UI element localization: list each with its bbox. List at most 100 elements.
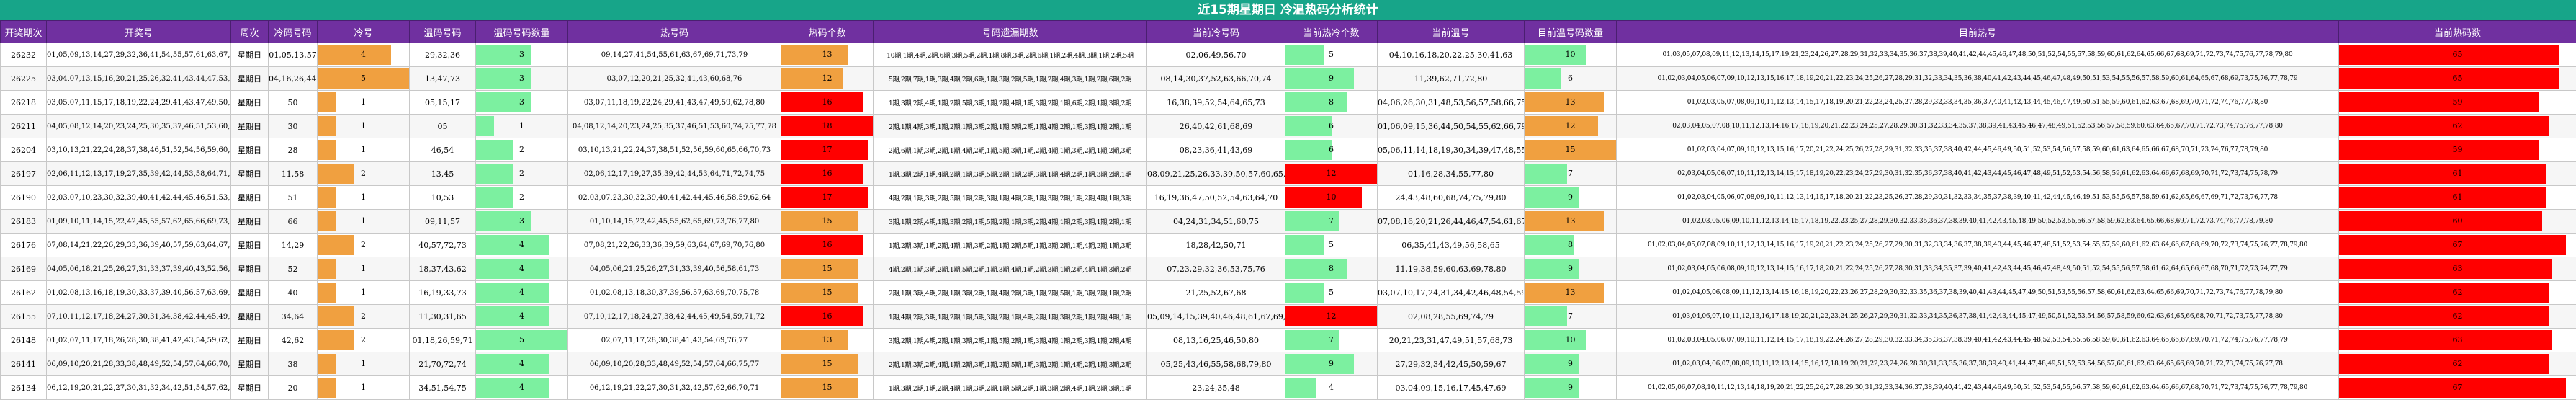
current-warm-count-cell: 7 [1525,162,1617,186]
count-value: 6 [1285,138,1377,161]
current-hot-count-cell: 63 [2339,257,2576,281]
hot-numbers-cell: 02,07,11,17,28,30,38,41,43,54,69,76,77 [568,329,781,352]
table-row[interactable]: 2622503,04,07,13,15,16,20,21,25,26,32,41… [1,67,2576,91]
current-hot-cell: 01,03,05,07,08,09,11,12,13,14,15,17,19,2… [1617,43,2339,67]
count-value: 2 [318,234,409,257]
current-warm-cell: 11,19,38,59,60,63,69,78,80 [1378,257,1525,281]
hot-count-cell: 17 [781,186,874,210]
table-row[interactable]: 2619002,03,07,10,23,30,32,39,40,41,42,44… [1,186,2576,210]
miss-periods-cell: 1期,3期,2期,1期,4期,2期,1期,3期,5期,2期,1期,2期,3期,1… [874,162,1147,186]
count-value: 62 [2339,352,2576,375]
period-cell: 26232 [1,43,47,67]
current-warm-cell: 04,10,16,18,20,22,25,30,41,63 [1378,43,1525,67]
table-row[interactable]: 2619702,06,11,12,13,17,19,27,35,39,42,44… [1,162,2576,186]
column-header[interactable]: 热码个数 [781,21,874,43]
header-row: 开奖期次开奖号周次冷码号码冷号温码号码温码号码数量热号码热码个数号码遗漏期数当前… [1,21,2576,43]
current-hot-count-cell: 59 [2339,138,2576,162]
column-header[interactable]: 号码遗漏期数 [874,21,1147,43]
current-hot-cell: 01,02,03,04,06,07,08,09,10,11,12,13,14,1… [1617,352,2339,376]
numbers-cell: 07,08,14,21,22,26,29,33,36,39,40,57,59,6… [47,234,231,257]
current-warm-count-cell: 8 [1525,234,1617,257]
current-hot-cell: 01,02,04,05,06,08,09,11,12,13,14,15,16,1… [1617,281,2339,305]
count-value: 1 [318,115,409,138]
cold-count-cell: 1 [318,352,410,376]
count-value: 15 [781,352,873,375]
warm-count-cell: 4 [476,376,568,400]
numbers-cell: 04,05,06,18,21,25,26,27,31,33,37,39,40,4… [47,257,231,281]
current-hot-cell: 01,02,03,05,07,08,09,10,11,12,13,14,15,1… [1617,91,2339,115]
current-warm-count-cell: 15 [1525,138,1617,162]
current-hot-cell: 01,02,03,04,05,06,07,09,10,11,12,14,15,1… [1617,329,2339,352]
table-row[interactable]: 2614801,02,07,11,17,18,26,28,30,38,41,42… [1,329,2576,352]
column-header[interactable]: 冷号 [318,21,410,43]
table-row[interactable]: 2616201,02,08,13,16,18,19,30,33,37,39,40… [1,281,2576,305]
count-value: 4 [476,257,567,280]
current-cold-count-cell: 10 [1285,186,1378,210]
hot-numbers-cell: 03,10,13,21,22,24,37,38,51,52,56,59,60,6… [568,138,781,162]
current-cold-count-cell: 7 [1285,210,1378,234]
cold-count-cell: 1 [318,115,410,138]
hot-count-cell: 13 [781,329,874,352]
current-hot-count-cell: 62 [2339,305,2576,329]
hot-numbers-cell: 07,08,21,22,26,33,36,39,59,63,64,67,69,7… [568,234,781,257]
column-header[interactable]: 当前冷号码 [1147,21,1285,43]
current-cold-count-cell: 4 [1285,376,1378,400]
table-row[interactable]: 2623201,05,09,13,14,27,29,32,36,41,54,55… [1,43,2576,67]
table-row[interactable]: 2620403,10,13,21,22,24,28,37,38,46,51,52… [1,138,2576,162]
warm-numbers-cell: 18,37,43,62 [410,257,476,281]
column-header[interactable]: 目前温号码数量 [1525,21,1617,43]
count-value: 16 [781,162,873,185]
table-row[interactable]: 2613406,12,19,20,21,22,27,30,31,32,34,42… [1,376,2576,400]
table-row[interactable]: 2621104,05,08,12,14,20,23,24,25,30,35,37… [1,115,2576,138]
column-header[interactable]: 热号码 [568,21,781,43]
current-hot-cell: 01,02,03,04,05,06,07,09,10,12,13,15,16,1… [1617,67,2339,91]
current-cold-cell: 08,13,16,25,46,50,80 [1147,329,1285,352]
column-header[interactable]: 周次 [231,21,269,43]
current-warm-cell: 01,16,28,34,55,77,80 [1378,162,1525,186]
cold-numbers-cell: 38 [269,352,318,376]
current-hot-cell: 02,03,04,05,07,08,10,11,12,13,14,16,17,1… [1617,115,2339,138]
count-value: 8 [1285,257,1377,280]
column-header[interactable]: 温码号码数量 [476,21,568,43]
warm-numbers-cell: 05 [410,115,476,138]
current-warm-count-cell: 10 [1525,329,1617,352]
current-cold-count-cell: 12 [1285,162,1378,186]
table-row[interactable]: 2617607,08,14,21,22,26,29,33,36,39,40,57… [1,234,2576,257]
hot-numbers-cell: 09,14,27,41,54,55,61,63,67,69,71,73,79 [568,43,781,67]
column-header[interactable]: 当前温号 [1378,21,1525,43]
cold-numbers-cell: 34,64 [269,305,318,329]
current-warm-cell: 24,43,48,60,68,74,75,79,80 [1378,186,1525,210]
warm-count-cell: 2 [476,186,568,210]
miss-periods-cell: 2期,1期,3期,4期,2期,1期,3期,2期,1期,4期,2期,3期,1期,2… [874,281,1147,305]
count-value: 10 [1285,186,1377,209]
current-warm-cell: 27,29,32,34,42,45,50,59,67 [1378,352,1525,376]
table-row[interactable]: 2614106,09,10,20,21,28,33,38,48,49,52,54… [1,352,2576,376]
period-cell: 26211 [1,115,47,138]
current-cold-count-cell: 9 [1285,67,1378,91]
current-warm-count-cell: 6 [1525,67,1617,91]
column-header[interactable]: 开奖号 [47,21,231,43]
miss-periods-cell: 5期,2期,7期,1期,3期,4期,2期,6期,1期,3期,2期,5期,1期,2… [874,67,1147,91]
weekday-cell: 星期日 [231,281,269,305]
warm-count-cell: 4 [476,305,568,329]
table-row[interactable]: 2615507,10,11,12,17,18,24,27,30,31,34,38… [1,305,2576,329]
table-row[interactable]: 2618301,09,10,11,14,15,22,42,45,55,57,62… [1,210,2576,234]
count-value: 2 [476,186,567,209]
count-value: 67 [2339,234,2576,257]
current-cold-count-cell: 6 [1285,138,1378,162]
column-header[interactable]: 当前热码数 [2339,21,2576,43]
warm-count-cell: 2 [476,138,568,162]
column-header[interactable]: 当前热冷个数 [1285,21,1378,43]
table-row[interactable]: 2616904,05,06,18,21,25,26,27,31,33,37,39… [1,257,2576,281]
count-value: 17 [781,186,873,209]
count-value: 3 [476,91,567,114]
column-header[interactable]: 温码号码 [410,21,476,43]
current-warm-cell: 03,04,09,15,16,17,45,47,69 [1378,376,1525,400]
column-header[interactable]: 冷码号码 [269,21,318,43]
table-row[interactable]: 2621803,05,07,11,15,17,18,19,22,24,29,41… [1,91,2576,115]
count-value: 1 [318,186,409,209]
hot-count-cell: 15 [781,257,874,281]
count-value: 4 [1285,376,1377,399]
column-header[interactable]: 开奖期次 [1,21,47,43]
column-header[interactable]: 目前热号 [1617,21,2339,43]
